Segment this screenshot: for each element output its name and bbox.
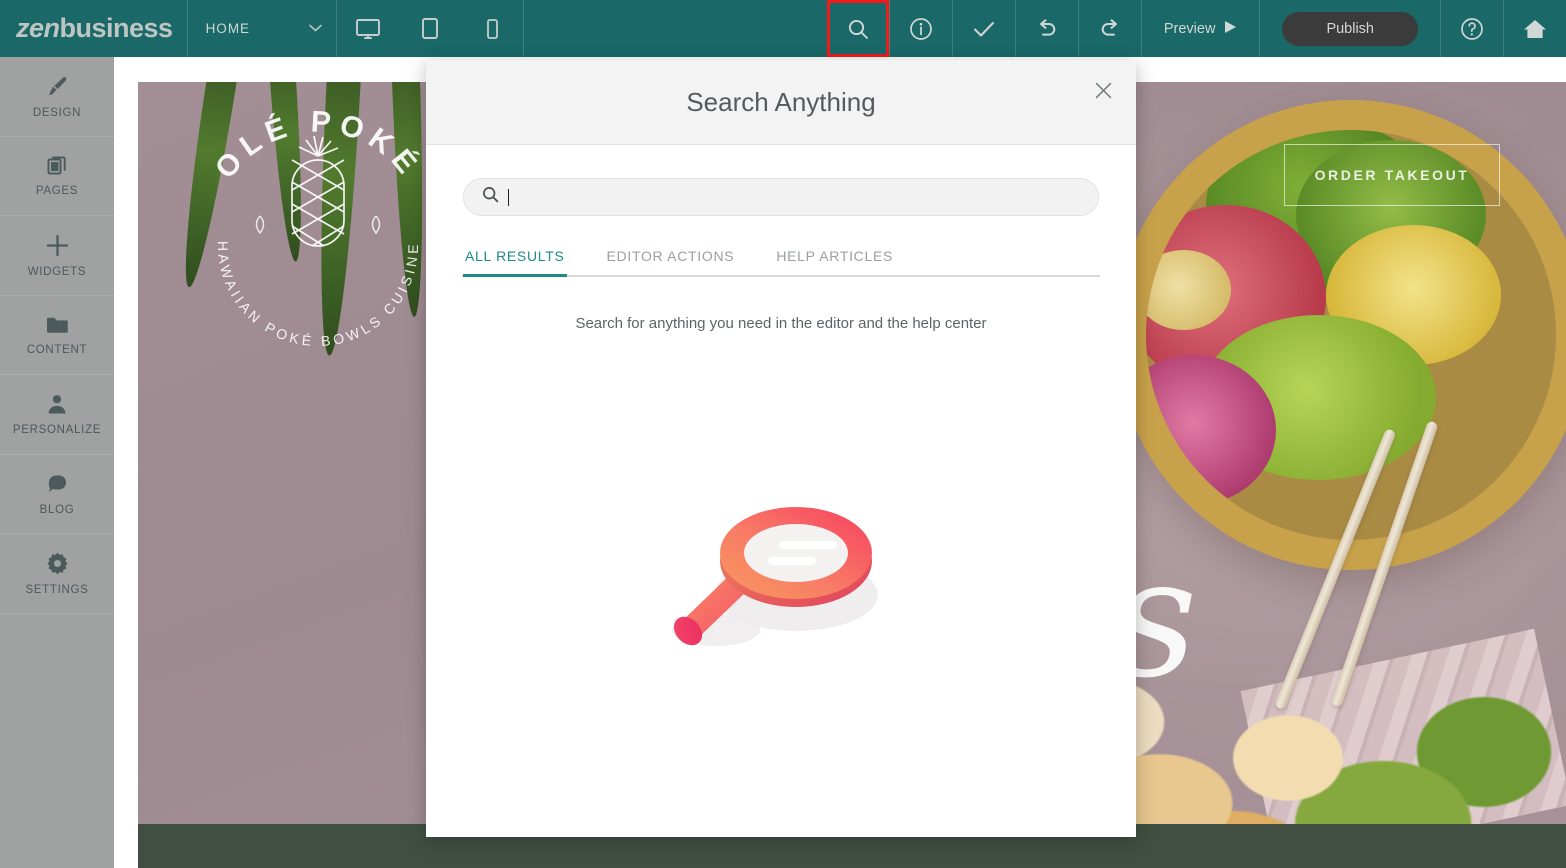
modal-body: ALL RESULTS EDITOR ACTIONS HELP ARTICLES…	[426, 145, 1136, 837]
search-icon	[846, 17, 870, 41]
layers-icon	[46, 154, 69, 177]
sidebar-item-content[interactable]: CONTENT	[0, 296, 114, 375]
chevron-down-icon	[308, 23, 322, 35]
lens-line	[779, 541, 837, 549]
tablet-view-button[interactable]	[399, 0, 461, 57]
monitor-icon	[355, 17, 381, 41]
page-selector-label: HOME	[205, 21, 251, 36]
search-icon	[482, 186, 499, 208]
phone-icon	[484, 17, 500, 41]
play-triangle-icon	[1224, 20, 1237, 37]
preview-button[interactable]: Preview	[1142, 0, 1260, 57]
tab-editor-actions[interactable]: EDITOR ACTIONS	[605, 248, 737, 277]
publish-cell: Publish	[1260, 0, 1440, 57]
svg-text:HAWAIIAN POKÉ BOWLS CUISINE: HAWAIIAN POKÉ BOWLS CUISINE	[215, 241, 421, 346]
logo-business: business	[59, 13, 174, 43]
magnifying-glass-illustration	[426, 485, 1136, 660]
search-anything-modal: Search Anything ALL RESULTS EDITOR ACTIO…	[426, 60, 1136, 837]
mobile-view-button[interactable]	[461, 0, 523, 57]
brand-bottom-arc-text: HAWAIIAN POKÉ BOWLS CUISINE	[215, 241, 418, 346]
search-row	[462, 178, 1100, 216]
top-toolbar: zenbusiness HOME Preview Publish	[0, 0, 1566, 57]
plus-icon	[45, 233, 70, 258]
page-title: Search Anything	[686, 86, 876, 117]
sidebar-item-label: WIDGETS	[27, 265, 87, 278]
info-circle-icon	[908, 16, 934, 42]
home-icon	[1522, 17, 1548, 41]
sidebar-item-label: PERSONALIZE	[12, 424, 102, 437]
undo-button[interactable]	[1016, 0, 1078, 57]
lens-line	[768, 557, 816, 565]
info-button[interactable]	[890, 0, 952, 57]
pineapple-icon	[291, 135, 345, 247]
speech-bubble-icon	[45, 472, 70, 496]
search-hint-text: Search for anything you need in the edit…	[575, 315, 987, 332]
text-cursor	[508, 188, 509, 206]
sidebar-item-widgets[interactable]: WIDGETS	[0, 216, 114, 296]
sidebar-item-label: BLOG	[39, 503, 75, 516]
brand-top-arc-text: OLÉ POKÉ	[209, 105, 421, 185]
folder-icon	[45, 314, 70, 336]
brand-logo: OLÉ POKÉ HAWAIIAN POKÉ BOWLS CUISINE	[188, 96, 448, 346]
device-preview-group	[337, 0, 523, 57]
redo-arrow-icon	[1097, 18, 1123, 40]
sidebar-item-settings[interactable]: SETTINGS	[0, 534, 114, 614]
page-selector[interactable]: HOME	[188, 0, 336, 57]
logo-zen: zen	[16, 13, 60, 43]
home-button[interactable]	[1504, 0, 1566, 57]
help-button[interactable]	[1441, 0, 1503, 57]
result-tabs: ALL RESULTS EDITOR ACTIONS HELP ARTICLES	[462, 246, 1100, 277]
sidebar-item-label: PAGES	[35, 185, 79, 198]
tab-help-articles[interactable]: HELP ARTICLES	[774, 248, 895, 277]
gear-icon	[45, 551, 70, 576]
zenbusiness-logo[interactable]: zenbusiness	[0, 0, 187, 57]
sidebar-item-label: SETTINGS	[25, 583, 89, 596]
person-icon	[45, 392, 69, 416]
order-takeout-button[interactable]: ORDER TAKEOUT	[1284, 144, 1500, 206]
search-button[interactable]	[826, 0, 889, 57]
question-circle-icon	[1459, 16, 1485, 42]
sidebar-item-personalize[interactable]: PERSONALIZE	[0, 375, 114, 455]
close-icon[interactable]	[1090, 77, 1116, 103]
check-icon	[971, 18, 997, 40]
publish-button[interactable]: Publish	[1282, 11, 1418, 46]
redo-button[interactable]	[1079, 0, 1141, 57]
save-button[interactable]	[953, 0, 1015, 57]
sidebar-item-design[interactable]: DESIGN	[0, 57, 114, 137]
undo-arrow-icon	[1034, 18, 1060, 40]
editor-app: zenbusiness HOME Preview Publish DESIGN …	[0, 0, 1566, 868]
logo-text: zenbusiness	[16, 13, 173, 44]
sidebar-item-label: CONTENT	[26, 343, 88, 356]
tablet-icon	[420, 17, 440, 41]
sidebar-item-label: DESIGN	[32, 106, 82, 119]
desktop-view-button[interactable]	[337, 0, 399, 57]
search-field-wrapper[interactable]	[463, 178, 1099, 216]
sidebar-item-pages[interactable]: PAGES	[0, 137, 114, 216]
left-sidebar: DESIGN PAGES WIDGETS CONTENT PERSONALIZE	[0, 57, 114, 868]
sidebar-item-blog[interactable]: BLOG	[0, 455, 114, 534]
preview-label: Preview	[1163, 20, 1216, 37]
tab-all-results[interactable]: ALL RESULTS	[463, 248, 567, 277]
svg-text:OLÉ POKÉ: OLÉ POKÉ	[209, 105, 428, 185]
search-input[interactable]	[518, 179, 1080, 215]
modal-header: Search Anything	[426, 60, 1136, 145]
paintbrush-icon	[45, 74, 70, 99]
